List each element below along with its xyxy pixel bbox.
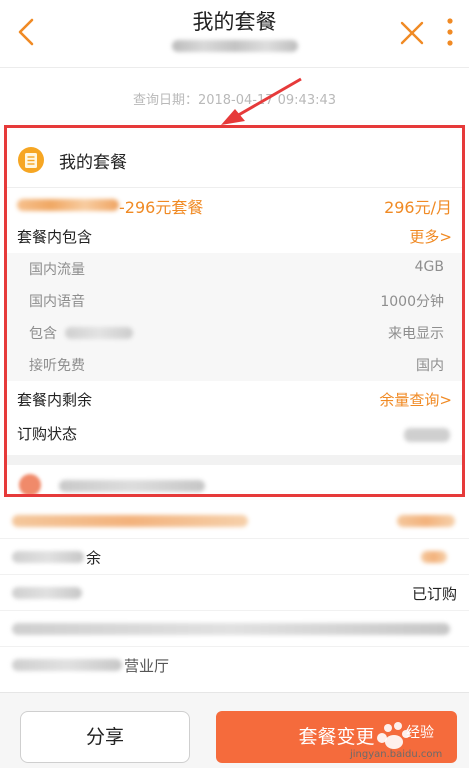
list-item[interactable]	[0, 503, 469, 539]
card-header: 我的套餐	[7, 128, 462, 188]
list-item[interactable]: 已订购	[0, 575, 469, 611]
detail-value: 来电显示	[388, 326, 444, 342]
blurred-text	[12, 515, 248, 527]
list-item[interactable]: 余	[0, 539, 469, 575]
divider	[7, 455, 462, 465]
detail-label: 国内流量	[29, 262, 85, 278]
subscribed-status: 已订购	[411, 585, 457, 603]
list-item[interactable]	[0, 611, 469, 647]
more-vertical-icon[interactable]	[440, 14, 460, 50]
close-icon[interactable]	[398, 19, 426, 47]
plan-price: 296元/月	[384, 198, 452, 217]
my-package-card: 我的套餐 -296元套餐 296元/月 套餐内包含 更多> 国内流量 4GB 国…	[4, 125, 465, 497]
blurred-title	[59, 480, 205, 492]
package-list: 余 已订购 营业厅	[0, 503, 469, 693]
blurred-status	[404, 428, 450, 442]
detail-value: 国内	[416, 358, 444, 374]
package-icon	[18, 147, 44, 173]
more-link[interactable]: 更多>	[409, 226, 452, 247]
card-title: 我的套餐	[59, 153, 127, 173]
blurred-text	[12, 587, 82, 599]
plan-row: -296元套餐 296元/月	[7, 189, 462, 219]
blurred-text	[12, 551, 84, 563]
remain-row: 套餐内剩余 余量查询>	[7, 382, 462, 416]
blurred-text	[421, 551, 447, 563]
list-item-label: 余	[86, 549, 102, 567]
remain-label: 套餐内剩余	[17, 391, 93, 409]
detail-label: 包含	[29, 326, 57, 342]
share-button[interactable]: 分享	[20, 711, 190, 763]
status-row: 订购状态	[7, 416, 462, 454]
red-arrow-annotation	[221, 77, 302, 125]
blurred-phone-number	[172, 40, 298, 52]
detail-label: 国内语音	[29, 294, 85, 310]
package-details: 国内流量 4GB 国内语音 1000分钟 包含 来电显示 接听免费 国内	[7, 253, 462, 381]
detail-row: 国内语音 1000分钟	[7, 285, 462, 317]
next-card-header	[7, 466, 462, 494]
includes-label: 套餐内包含	[17, 228, 93, 246]
plan-name: -296元套餐	[119, 198, 204, 217]
blurred-text	[12, 659, 122, 671]
includes-row: 套餐内包含 更多>	[7, 219, 462, 253]
detail-label: 接听免费	[29, 358, 85, 374]
detail-row: 包含 来电显示	[7, 317, 462, 349]
watermark-text: 经验	[406, 725, 434, 741]
status-label: 订购状态	[17, 425, 78, 443]
blurred-text	[12, 623, 450, 635]
blurred-plan-prefix	[17, 199, 119, 211]
detail-row: 接听免费 国内	[7, 349, 462, 381]
top-bar: 我的套餐	[0, 0, 469, 68]
blurred-text	[397, 515, 455, 527]
list-item[interactable]: 营业厅	[0, 647, 469, 683]
blurred-detail	[65, 327, 133, 339]
blurred-icon	[19, 474, 41, 494]
detail-value: 1000分钟	[380, 294, 444, 310]
list-item-label: 营业厅	[124, 657, 170, 675]
watermark-url: jingyan.baidu.com	[350, 749, 443, 760]
detail-row: 国内流量 4GB	[7, 253, 462, 285]
detail-value: 4GB	[414, 259, 444, 275]
remain-query-link[interactable]: 余量查询>	[379, 389, 452, 410]
